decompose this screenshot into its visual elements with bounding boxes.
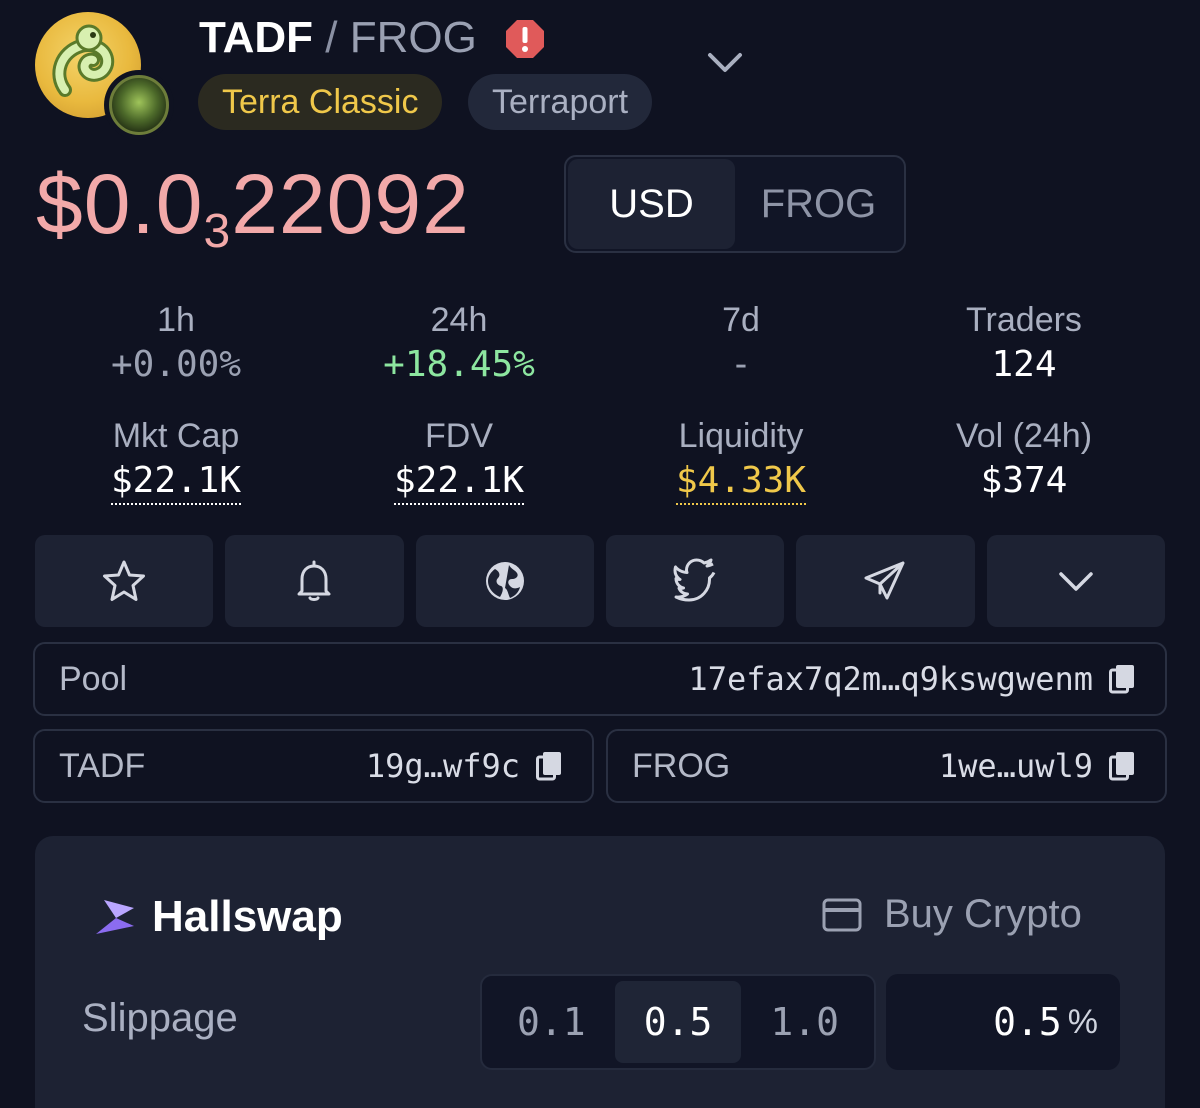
stat-value[interactable]: $22.1K [110, 460, 242, 505]
chevron-down-icon[interactable] [706, 46, 744, 80]
stat-value: +18.45% [383, 344, 535, 385]
price-prefix: $0.0 [36, 157, 204, 251]
stat-liquidity: Liquidity $4.33K [599, 416, 883, 506]
currency-toggle: USD FROG [564, 155, 906, 253]
stat-label: 24h [430, 301, 488, 339]
stat-24h: 24h +18.45% [317, 300, 601, 390]
stat-label: Vol (24h) [955, 417, 1093, 455]
pair-title: TADF / FROG [199, 14, 477, 62]
stat-value: - [730, 344, 752, 385]
copy-icon[interactable] [1109, 751, 1135, 781]
pool-address[interactable]: 17efax7q2m…q9kswgwenm [688, 660, 1093, 698]
swap-title: Hallswap [152, 892, 343, 941]
dex-tag[interactable]: Terraport [468, 74, 653, 130]
watchlist-button[interactable] [35, 535, 214, 627]
pair-separator: / [325, 13, 338, 62]
pool-address-row: Pool 17efax7q2m…q9kswgwenm [33, 642, 1167, 716]
stat-mkt-cap: Mkt Cap $22.1K [34, 416, 318, 506]
price-digits: 22092 [231, 157, 470, 251]
stat-volume-24h: Vol (24h) $374 [882, 416, 1166, 506]
telegram-button[interactable] [796, 535, 975, 627]
base-token-address-row: TADF 19g…wf9c [33, 729, 594, 803]
currency-usd-button[interactable]: USD [568, 159, 735, 249]
telegram-icon [864, 561, 905, 600]
price-zero-count: 3 [203, 205, 232, 258]
base-token-address[interactable]: 19g…wf9c [366, 747, 520, 785]
stat-fdv: FDV $22.1K [317, 416, 601, 506]
stat-value: 124 [991, 344, 1057, 385]
stat-label: 7d [722, 301, 760, 339]
slippage-custom-input[interactable]: 0.5 % [886, 974, 1120, 1070]
bell-icon [297, 560, 331, 601]
token-price: $0.0322092 [36, 158, 470, 278]
slippage-options: 0.1 0.5 1.0 [480, 974, 876, 1070]
stat-1h: 1h +0.00% [34, 300, 318, 390]
currency-frog-button[interactable]: FROG [735, 159, 902, 249]
twitter-icon [673, 558, 716, 602]
slippage-option-1-0[interactable]: 1.0 [741, 981, 868, 1063]
stat-label: Liquidity [678, 417, 804, 455]
base-token-label: TADF [59, 746, 146, 785]
buy-crypto-label: Buy Crypto [884, 892, 1082, 936]
globe-icon [485, 562, 524, 600]
hallswap-logo-icon [96, 900, 134, 934]
slippage-label: Slippage [82, 996, 238, 1040]
pool-label: Pool [59, 659, 128, 698]
website-button[interactable] [415, 535, 594, 627]
stat-value[interactable]: $22.1K [393, 460, 525, 505]
percent-unit: % [1067, 1002, 1098, 1041]
action-row [35, 535, 1165, 627]
slippage-option-0-1[interactable]: 0.1 [488, 981, 615, 1063]
alert-octagon-icon[interactable] [504, 18, 546, 60]
stat-label: 1h [157, 301, 195, 339]
chevron-down-icon [1059, 572, 1093, 591]
stat-value: $374 [980, 460, 1068, 501]
stat-value: +0.00% [110, 344, 242, 385]
quote-token-label: FROG [632, 746, 731, 785]
slippage-custom-value[interactable]: 0.5 [993, 1000, 1062, 1044]
chain-tag[interactable]: Terra Classic [198, 74, 443, 130]
copy-icon[interactable] [536, 751, 562, 781]
stat-label: Mkt Cap [112, 417, 240, 455]
credit-card-icon [822, 898, 862, 931]
stat-value[interactable]: $4.33K [675, 460, 807, 505]
stat-traders: Traders 124 [882, 300, 1166, 390]
buy-crypto-button[interactable]: Buy Crypto [822, 892, 1082, 937]
base-symbol: TADF [199, 13, 314, 62]
slippage-option-0-5[interactable]: 0.5 [614, 981, 742, 1063]
stat-7d: 7d - [599, 300, 883, 390]
star-icon [103, 560, 146, 601]
twitter-button[interactable] [605, 535, 785, 627]
more-actions-button[interactable] [986, 535, 1165, 627]
stat-label: FDV [425, 417, 493, 455]
quote-symbol: FROG [349, 13, 477, 62]
quote-token-address-row: FROG 1we…uwl9 [606, 729, 1167, 803]
copy-icon[interactable] [1109, 664, 1135, 694]
quote-token-address[interactable]: 1we…uwl9 [939, 747, 1093, 785]
stat-label: Traders [966, 301, 1082, 339]
chain-logo [104, 70, 174, 140]
alert-button[interactable] [225, 535, 404, 627]
